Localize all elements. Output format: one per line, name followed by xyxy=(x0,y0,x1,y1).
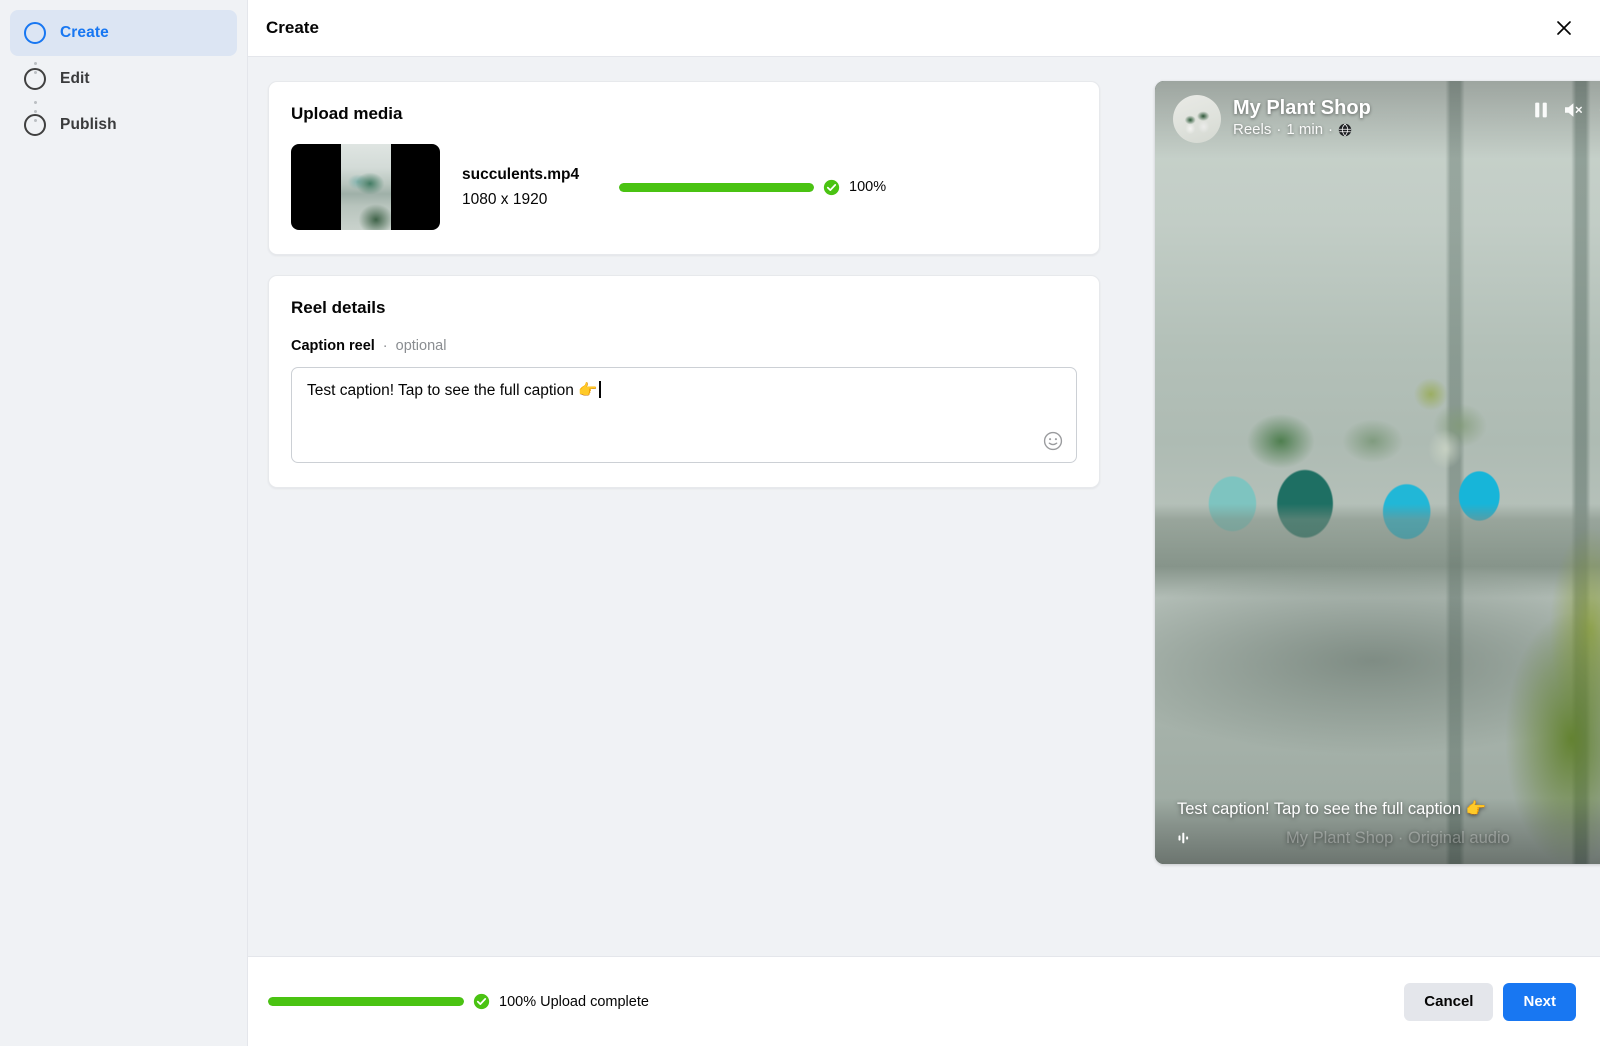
sidebar-item-label: Create xyxy=(60,24,109,41)
mute-button[interactable] xyxy=(1563,101,1585,119)
footer-progress-fill xyxy=(268,997,464,1006)
file-meta: succulents.mp4 1080 x 1920 xyxy=(462,166,597,209)
caption-optional-label: optional xyxy=(395,338,447,354)
reel-preview-video[interactable] xyxy=(1155,81,1600,864)
caption-input[interactable]: Test caption! Tap to see the full captio… xyxy=(291,367,1077,463)
reel-details-title: Reel details xyxy=(291,298,386,317)
dialog-body: Upload media succulents.mp4 1080 x 1920 xyxy=(248,57,1600,956)
sidebar-item-publish[interactable]: Publish xyxy=(10,102,237,148)
pause-button[interactable] xyxy=(1533,101,1549,119)
video-thumbnail[interactable] xyxy=(291,144,440,230)
globe-icon xyxy=(1338,123,1352,136)
sidebar-item-create[interactable]: Create xyxy=(10,10,237,56)
cancel-button[interactable]: Cancel xyxy=(1404,982,1494,1021)
preview-meta-separator-2: · xyxy=(1328,121,1334,138)
preview-meta-separator-1: · xyxy=(1276,121,1282,138)
file-dimensions: 1080 x 1920 xyxy=(462,190,548,208)
upload-progress-label: 100% xyxy=(849,179,887,195)
close-button[interactable] xyxy=(1546,10,1582,46)
upload-media-title: Upload media xyxy=(291,104,403,123)
close-icon xyxy=(1557,21,1571,35)
preview-audio-row: My Plant Shop · Original audio My Plant … xyxy=(1177,826,1600,850)
upload-status-text: 100% Upload complete xyxy=(499,993,649,1010)
preview-footer: Test caption! Tap to see the full captio… xyxy=(1155,797,1600,864)
footer-progress-track xyxy=(268,997,464,1006)
preview-header-text: My Plant Shop Reels · 1 min · xyxy=(1233,95,1371,138)
preview-meta: Reels · 1 min · xyxy=(1233,121,1371,138)
footer-actions: Cancel Next xyxy=(1404,982,1576,1021)
video-thumbnail-frame xyxy=(340,144,391,230)
upload-media-card: Upload media succulents.mp4 1080 x 1920 xyxy=(268,81,1100,255)
smiley-face-icon[interactable] xyxy=(1042,430,1064,452)
caption-label: Caption reel xyxy=(291,338,375,354)
pause-icon xyxy=(1535,102,1547,118)
caption-label-separator: · xyxy=(382,338,388,354)
page-name: My Plant Shop xyxy=(1233,97,1371,119)
create-reel-dialog: Create Edit Publish Create Upload media … xyxy=(0,0,1600,1046)
sidebar-item-edit[interactable]: Edit xyxy=(10,56,237,102)
check-circle-icon xyxy=(473,993,490,1010)
dialog-footer: 100% Upload complete Cancel Next xyxy=(248,956,1600,1046)
upload-progress-track xyxy=(619,182,814,192)
upload-progress-fill xyxy=(619,182,814,192)
caption-label-row: Caption reel · optional xyxy=(291,338,1077,354)
preview-meta-type: Reels xyxy=(1233,121,1272,138)
upload-row: succulents.mp4 1080 x 1920 100% xyxy=(291,144,1077,230)
avatar xyxy=(1173,95,1221,143)
preview-header: My Plant Shop Reels · 1 min · xyxy=(1155,81,1600,159)
speaker-muted-icon xyxy=(1565,103,1582,117)
preview-caption-overlay: Test caption! Tap to see the full captio… xyxy=(1177,799,1487,818)
check-circle-icon xyxy=(823,179,840,195)
step-circle-icon xyxy=(24,22,46,44)
preview-controls xyxy=(1533,95,1600,119)
preview-meta-duration: 1 min xyxy=(1286,121,1324,138)
sidebar-item-label: Publish xyxy=(60,116,117,133)
text-cursor xyxy=(599,381,601,398)
step-circle-icon xyxy=(24,114,46,136)
main-pane: Create Upload media succulents.mp4 1080 … xyxy=(248,0,1600,1046)
footer-upload-progress: 100% Upload complete xyxy=(268,993,649,1010)
step-rail: Create Edit Publish xyxy=(0,0,248,1046)
page-title: Create xyxy=(266,18,319,37)
video-thumbnail-image xyxy=(340,144,391,230)
sidebar-item-label: Edit xyxy=(60,70,90,87)
audio-attribution-marquee: My Plant Shop · Original audio My Plant … xyxy=(1200,826,1600,850)
next-button[interactable]: Next xyxy=(1503,982,1576,1021)
upload-progress: 100% xyxy=(619,179,1077,196)
audio-attribution-ghost: My Plant Shop · Original audio xyxy=(1286,829,1510,847)
step-circle-icon xyxy=(24,68,46,90)
audio-wave-icon xyxy=(1178,832,1189,844)
reel-details-card: Reel details Caption reel · optional Tes… xyxy=(268,275,1100,488)
form-column: Upload media succulents.mp4 1080 x 1920 xyxy=(268,81,1100,488)
reel-preview: My Plant Shop Reels · 1 min · Test capti… xyxy=(1155,81,1600,864)
file-name: succulents.mp4 xyxy=(462,165,580,183)
dialog-header: Create xyxy=(248,0,1600,57)
caption-text-value: Test caption! Tap to see the full captio… xyxy=(307,382,598,399)
